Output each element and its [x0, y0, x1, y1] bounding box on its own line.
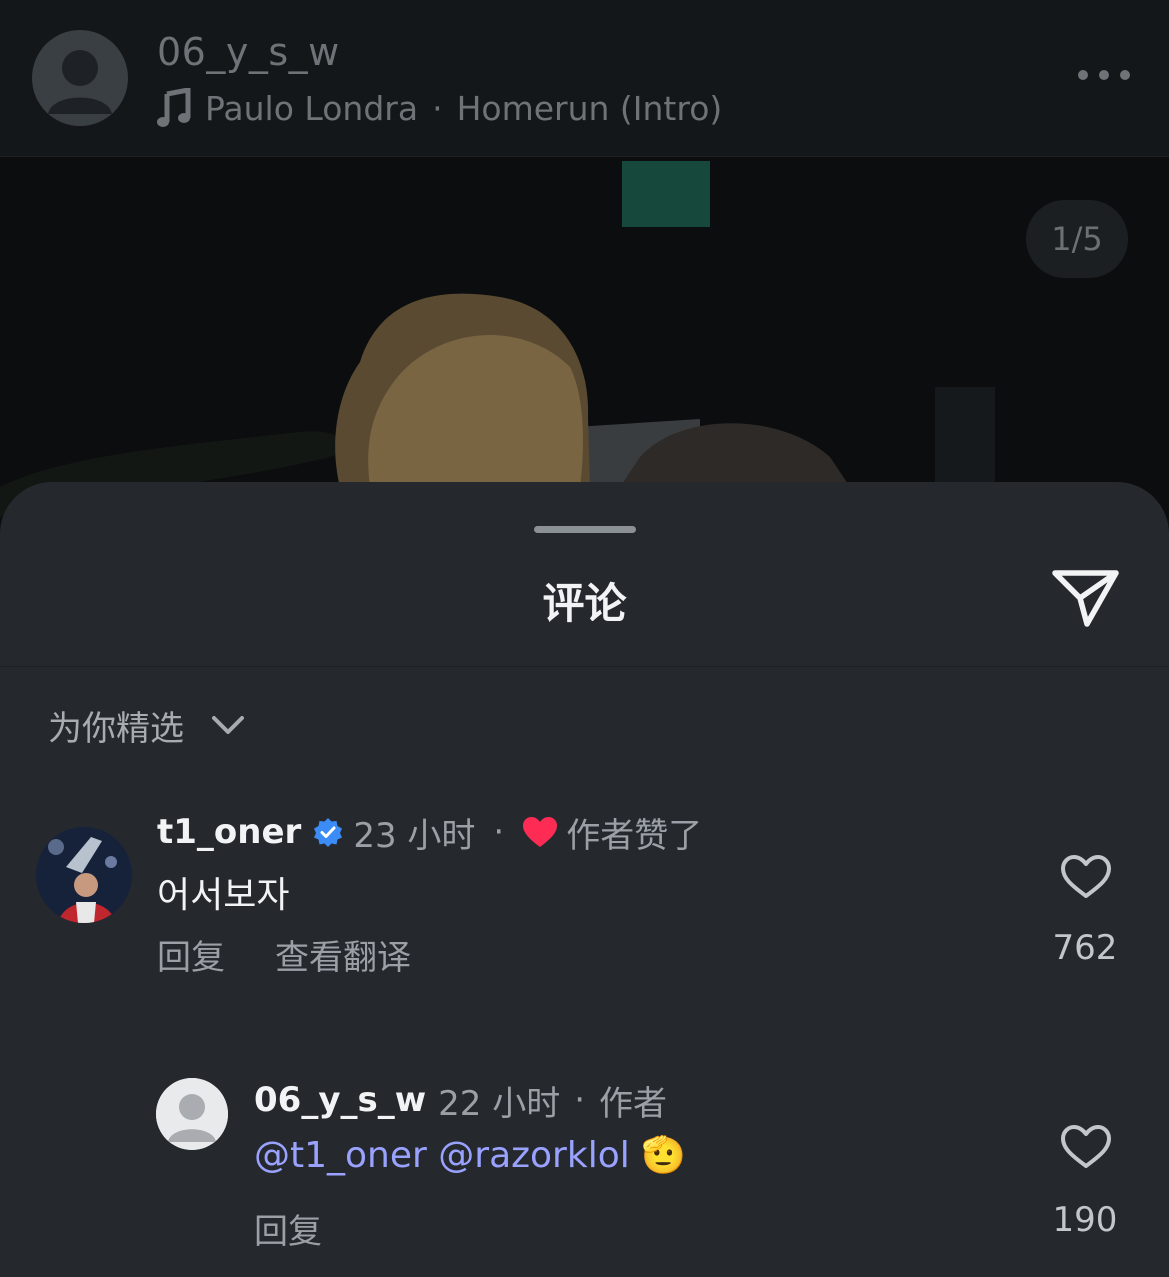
- like-count: 762: [1052, 928, 1118, 968]
- heart-outline-icon[interactable]: [1060, 1124, 1112, 1170]
- like-count: 190: [1052, 1200, 1118, 1240]
- comment-text: @t1_oner @razorklol 🫡: [254, 1134, 686, 1176]
- sheet-divider: [0, 666, 1169, 667]
- post-photo[interactable]: 1/5: [0, 157, 1169, 517]
- default-avatar-icon: [48, 50, 112, 114]
- sort-label: 为你精选: [48, 708, 184, 749]
- avatar-photo: [36, 827, 132, 923]
- exit-sign: [622, 161, 710, 227]
- sheet-drag-handle[interactable]: [534, 526, 636, 533]
- more-dot: [1099, 70, 1109, 80]
- mention-link[interactable]: @t1_oner: [254, 1135, 427, 1176]
- music-title: Homerun (Intro): [456, 88, 723, 128]
- heart-filled-icon: [523, 817, 558, 847]
- default-avatar-icon: [156, 1078, 228, 1150]
- music-note-icon: [157, 88, 191, 127]
- music-artist: Paulo Londra: [205, 88, 419, 128]
- post-author-avatar[interactable]: [32, 30, 128, 126]
- comment-item: t1_oner 23 小时 · 作者赞了 어서보자 回复 查看翻译 762: [0, 812, 1169, 1002]
- post-header: 06_y_s_w Paulo Londra · Homerun (Intro): [0, 0, 1169, 157]
- commenter-avatar[interactable]: [156, 1078, 228, 1150]
- chevron-down-icon: [212, 716, 244, 734]
- heart-outline-icon[interactable]: [1060, 854, 1112, 900]
- comment-username[interactable]: t1_oner: [157, 812, 301, 852]
- mention-link[interactable]: @razorklol: [438, 1135, 629, 1176]
- image-counter: 1/5: [1026, 200, 1128, 278]
- comment-username[interactable]: 06_y_s_w: [254, 1080, 426, 1120]
- more-dot: [1120, 70, 1130, 80]
- comment-item: 06_y_s_w 22 小时 · 作者 @t1_oner @razorklol …: [0, 1078, 1169, 1258]
- music-separator: ·: [432, 88, 443, 128]
- send-icon[interactable]: [1050, 566, 1122, 630]
- comment-header: 06_y_s_w 22 小时 · 作者: [254, 1076, 667, 1124]
- photo-illustration: [0, 157, 1169, 517]
- more-options-button[interactable]: [1078, 62, 1130, 88]
- reply-button[interactable]: 回复: [254, 1204, 322, 1253]
- comment-actions: 回复: [254, 1204, 322, 1253]
- music-info[interactable]: Paulo Londra · Homerun (Intro): [157, 86, 722, 130]
- post-author-username[interactable]: 06_y_s_w: [157, 30, 340, 74]
- sheet-title: 评论: [542, 579, 627, 628]
- comments-sheet: 评论 为你精选 t1_oner 23 小时 · 作者赞了 어서보자 回复 查看翻…: [0, 482, 1169, 1277]
- sort-dropdown[interactable]: 为你精选: [48, 700, 246, 750]
- comment-header: t1_oner 23 小时 · 作者赞了: [157, 808, 702, 856]
- reply-button[interactable]: 回复: [157, 930, 225, 979]
- more-dot: [1078, 70, 1088, 80]
- commenter-avatar[interactable]: [36, 827, 132, 923]
- comment-time: 23 小时: [353, 815, 476, 856]
- author-tag: 作者: [599, 1083, 668, 1124]
- salute-emoji: 🫡: [641, 1135, 687, 1176]
- comment-actions: 回复 查看翻译: [157, 930, 411, 979]
- verified-badge-icon: [314, 818, 343, 847]
- comment-time: 22 小时: [438, 1083, 561, 1124]
- meta-separator: ·: [574, 1080, 586, 1120]
- meta-separator: ·: [493, 812, 505, 852]
- author-liked-label: 作者赞了: [566, 815, 703, 856]
- translate-button[interactable]: 查看翻译: [275, 930, 411, 979]
- comment-text: 어서보자: [157, 875, 290, 916]
